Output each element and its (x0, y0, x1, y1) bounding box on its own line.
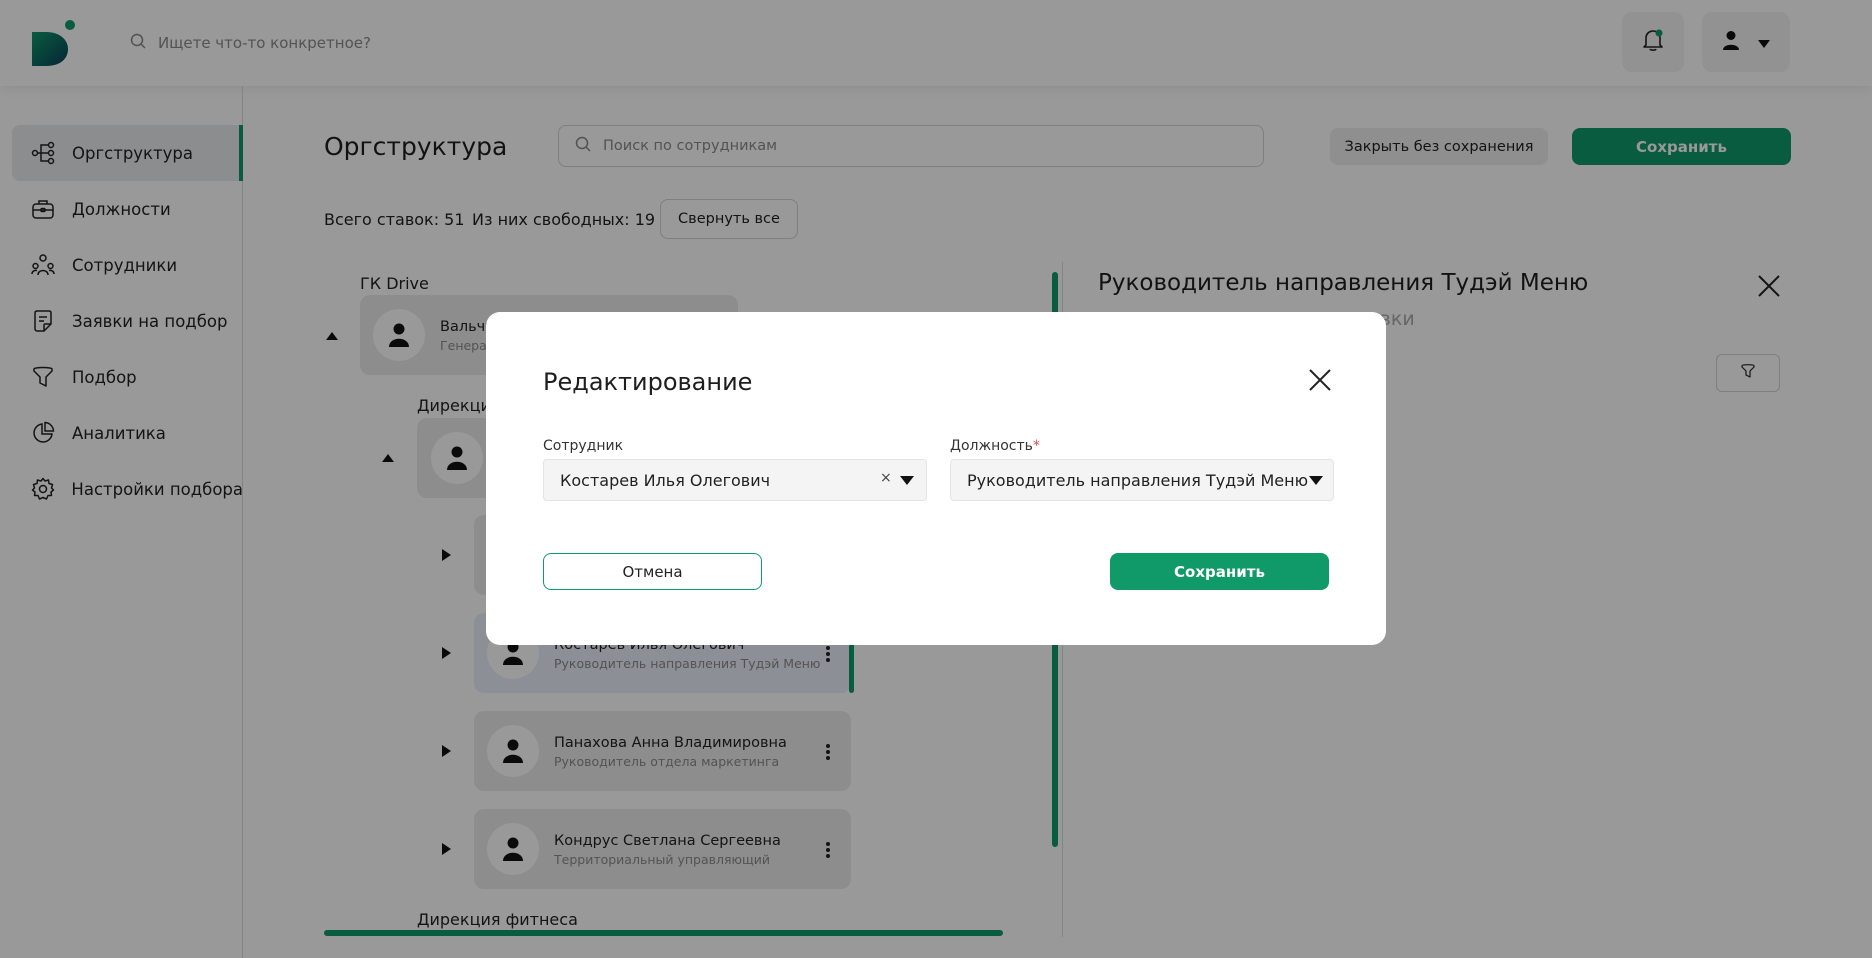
modal-save-button[interactable]: Сохранить (1110, 553, 1329, 590)
position-label-text: Должность (950, 438, 1033, 454)
position-select-value: Руководитель направления Тудэй Меню (967, 471, 1309, 490)
required-mark: * (1032, 438, 1040, 454)
employee-select-value: Костарев Илья Олегович (560, 471, 771, 490)
close-icon[interactable] (1306, 366, 1334, 394)
edit-modal: Редактирование Сотрудник Костарев Илья О… (486, 312, 1386, 645)
chevron-down-icon[interactable] (900, 476, 914, 485)
chevron-down-icon[interactable] (1309, 476, 1323, 485)
position-select[interactable]: Руководитель направления Тудэй Меню (950, 459, 1334, 501)
employee-select[interactable]: Костарев Илья Олегович × (543, 459, 927, 501)
position-field-label: Должность* (950, 438, 1040, 454)
employee-field-label: Сотрудник (543, 438, 624, 454)
clear-icon[interactable]: × (880, 470, 892, 486)
modal-title: Редактирование (543, 368, 753, 396)
cancel-button[interactable]: Отмена (543, 553, 762, 590)
